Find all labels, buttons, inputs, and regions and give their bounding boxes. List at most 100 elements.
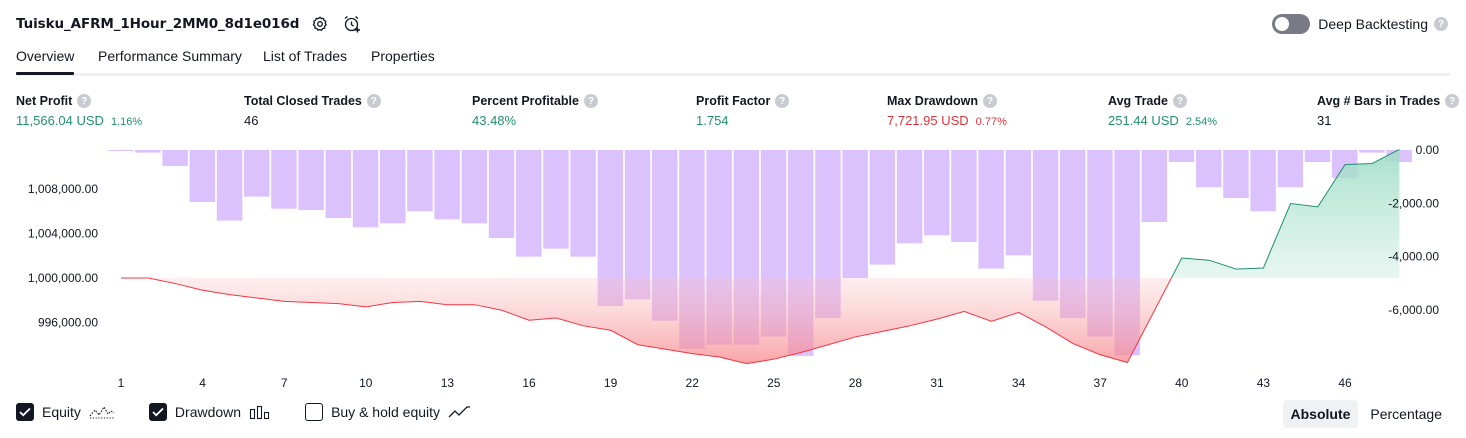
x-axis-tick: 43 <box>1257 376 1271 390</box>
x-axis-tick: 13 <box>441 376 455 390</box>
metric-label: Percent Profitable <box>472 94 579 108</box>
settings-gear-icon[interactable] <box>309 13 331 35</box>
left-axis-labels: 1,008,000.00 1,004,000.00 1,000,000.00 996,… <box>28 182 98 329</box>
drawdown-bar <box>1141 150 1168 223</box>
drawdown-bar <box>516 150 542 257</box>
drawdown-bar <box>1277 150 1304 188</box>
drawdown-bar <box>135 150 161 153</box>
tab-list-of-trades[interactable]: List of Trades <box>263 48 347 64</box>
metric-value: 11,566.04 USD <box>16 113 104 128</box>
drawdown-bar <box>1005 150 1032 256</box>
drawdown-bar <box>1304 150 1331 163</box>
tab-overview[interactable]: Overview <box>16 48 75 75</box>
drawdown-bar <box>434 150 460 220</box>
x-axis-tick: 1 <box>118 376 125 390</box>
equity-drawdown-chart[interactable]: 1,008,000.00 1,004,000.00 1,000,000.00 996,… <box>0 138 1466 394</box>
equity-label: Equity <box>42 404 81 420</box>
drawdown-bar <box>896 150 923 244</box>
drawdown-bar <box>978 150 1004 269</box>
x-axis-labels: 1 4 7 10 13 16 19 22 25 28 31 34 37 40 43 46 <box>118 376 1352 390</box>
x-axis-tick: 37 <box>1094 376 1108 390</box>
drawdown-bar <box>1359 150 1385 153</box>
equity-checkbox[interactable] <box>16 403 34 421</box>
percentage-button[interactable]: Percentage <box>1362 400 1450 428</box>
help-icon[interactable]: ? <box>983 94 997 108</box>
help-icon[interactable]: ? <box>1445 94 1460 108</box>
deep-backtesting-label: Deep Backtesting <box>1318 16 1428 32</box>
metric-percent: 2.54% <box>1185 116 1218 128</box>
left-axis-tick: 1,004,000.00 <box>28 227 98 241</box>
help-icon[interactable]: ? <box>366 94 381 108</box>
drawdown-bar <box>1250 150 1276 212</box>
deep-backtesting-toggle[interactable] <box>1272 14 1311 34</box>
strategy-name: Tuisku_AFRM_1Hour_2MM0_8d1e016d <box>16 16 300 32</box>
left-axis-tick: 1,000,000.00 <box>28 271 98 285</box>
metric-value: 7,721.95 USD <box>887 113 969 128</box>
add-alert-clock-icon[interactable] <box>341 13 363 35</box>
x-axis-tick: 46 <box>1338 376 1352 390</box>
drawdown-bar <box>1196 150 1222 188</box>
x-axis-tick: 40 <box>1175 376 1189 390</box>
drawdown-bar <box>325 150 352 219</box>
right-axis-tick: -4,000.00 <box>1388 250 1439 264</box>
drawdown-checkbox[interactable] <box>148 403 167 421</box>
drawdown-bar <box>1223 150 1249 199</box>
drawdown-bar <box>488 150 515 239</box>
metric-label: Profit Factor <box>696 94 771 108</box>
buy-hold-label: Buy & hold equity <box>331 404 441 420</box>
drawdown-bar <box>461 150 488 224</box>
metric-total-closed-trades: Total Closed Trades? 46 <box>244 93 381 129</box>
metric-percent: 1.16% <box>110 116 143 128</box>
legend-equity[interactable]: Equity <box>16 403 115 421</box>
metric-percent-profitable: Percent Profitable? 43.48% <box>472 93 598 129</box>
x-axis-tick: 16 <box>522 376 536 390</box>
metric-label: Max Drawdown <box>887 94 978 108</box>
x-axis-tick: 25 <box>767 376 781 390</box>
metric-net-profit: Net Profit? 11,566.04 USD 1.16% <box>16 93 142 129</box>
x-axis-tick: 4 <box>199 376 206 390</box>
help-icon[interactable]: ? <box>1434 17 1448 31</box>
drawdown-bar <box>951 150 977 243</box>
tab-properties[interactable]: Properties <box>371 48 435 64</box>
drawdown-bar <box>543 150 569 249</box>
legend-drawdown[interactable]: Drawdown <box>148 403 271 421</box>
drawdown-bar <box>216 150 243 221</box>
equity-line-icon <box>89 404 115 420</box>
drawdown-bar <box>271 150 297 209</box>
x-axis-tick: 34 <box>1012 376 1026 390</box>
deep-backtesting-control: Deep Backtesting ? <box>1272 14 1448 34</box>
buy-hold-line-icon <box>448 404 472 420</box>
x-axis-tick: 10 <box>359 376 373 390</box>
help-icon[interactable]: ? <box>775 94 790 108</box>
metric-profit-factor: Profit Factor? 1.754 <box>696 93 790 129</box>
strategy-title-bar: Tuisku_AFRM_1Hour_2MM0_8d1e016d <box>16 13 363 35</box>
absolute-button[interactable]: Absolute <box>1282 400 1359 428</box>
x-axis-tick: 31 <box>930 376 944 390</box>
chart-legend: Equity Drawdown Buy & hold equity <box>16 403 506 421</box>
drawdown-bar <box>162 150 188 167</box>
help-icon[interactable]: ? <box>583 94 598 108</box>
drawdown-bar <box>189 150 216 203</box>
drawdown-bars-icon <box>249 404 271 420</box>
drawdown-label: Drawdown <box>174 404 242 420</box>
drawdown-bar <box>352 150 379 228</box>
drawdown-bar <box>1168 150 1195 163</box>
metric-avg-bars-in-trades: Avg # Bars in Trades? 31 <box>1317 93 1460 129</box>
buy-hold-checkbox[interactable] <box>305 403 324 421</box>
scale-toggle: Absolute Percentage <box>1279 400 1451 428</box>
drawdown-bar <box>298 150 324 211</box>
help-icon[interactable]: ? <box>77 94 92 108</box>
metric-label: Avg Trade <box>1108 94 1168 108</box>
tab-performance-summary[interactable]: Performance Summary <box>98 48 242 64</box>
drawdown-bar <box>570 150 596 257</box>
metric-value: 31 <box>1317 113 1332 128</box>
left-axis-tick: 996,000.00 <box>38 315 98 329</box>
legend-buy-hold[interactable]: Buy & hold equity <box>305 403 472 421</box>
help-icon[interactable]: ? <box>1172 94 1187 108</box>
toggle-knob <box>1275 17 1290 31</box>
metric-label: Avg # Bars in Trades <box>1317 94 1441 108</box>
drawdown-bar <box>380 150 406 224</box>
drawdown-bar <box>624 150 651 300</box>
x-axis-tick: 22 <box>686 376 700 390</box>
right-axis-tick: -6,000.00 <box>1388 303 1439 317</box>
